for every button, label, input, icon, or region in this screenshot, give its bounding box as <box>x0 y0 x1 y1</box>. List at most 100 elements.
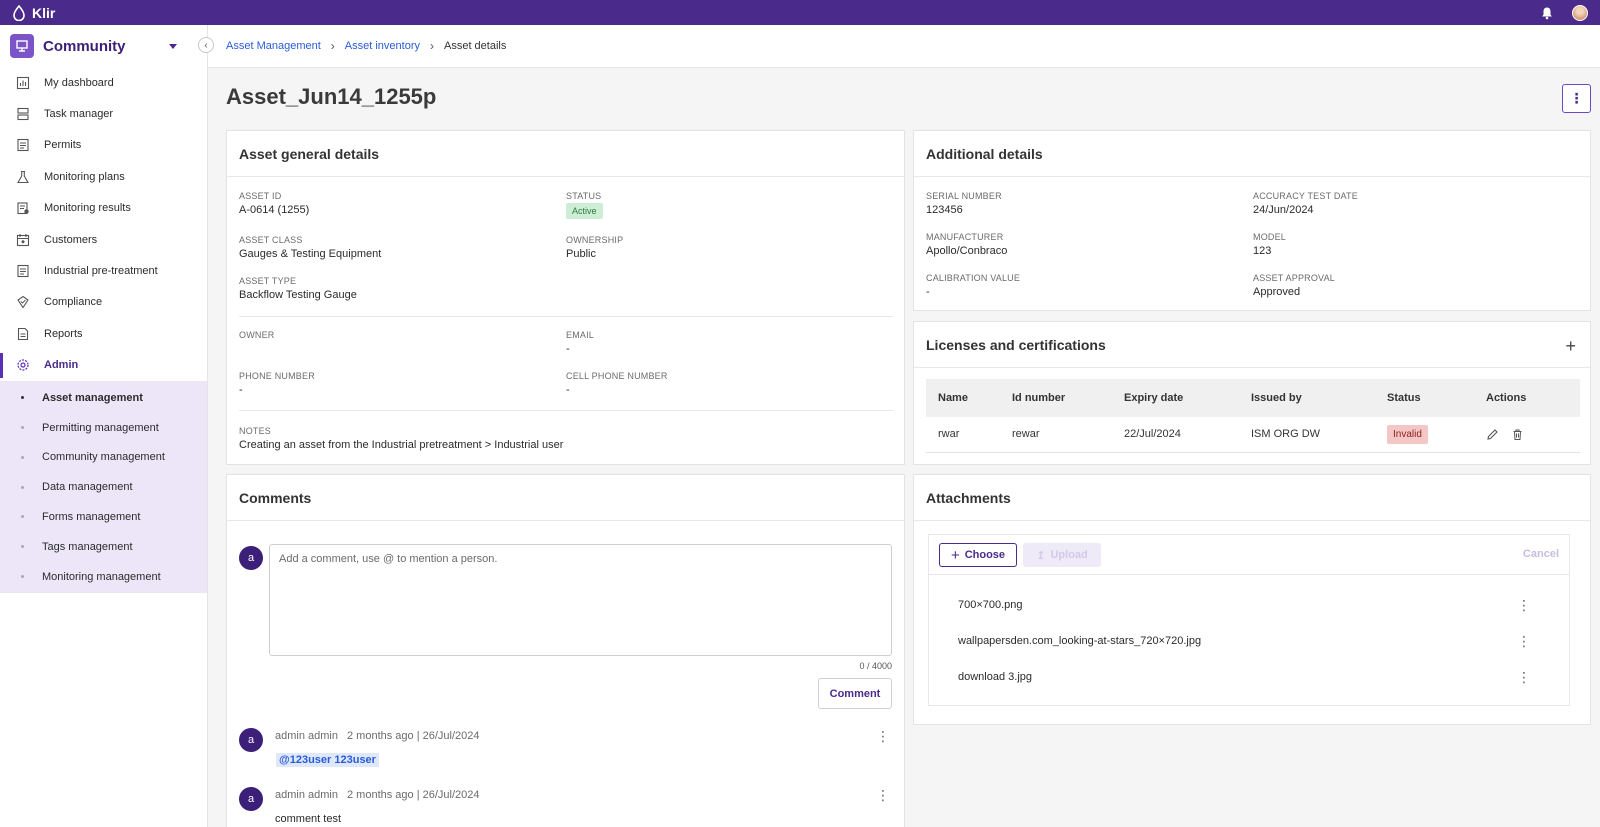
choose-label: Choose <box>964 549 1006 561</box>
sidebar-item-permits[interactable]: Permits <box>0 130 207 161</box>
sidebar-item-label: Industrial pre-treatment <box>44 265 158 278</box>
customers-icon <box>16 233 30 246</box>
chart-icon <box>16 76 30 89</box>
file-kebab-icon[interactable]: ⋮ <box>1517 597 1531 614</box>
sidebar-subitem-label: Permitting management <box>42 421 159 434</box>
sidebar-item-compliance[interactable]: Compliance <box>0 287 207 318</box>
sidebar-item-industrial-pre-treatment[interactable]: Industrial pre-treatment <box>0 255 207 286</box>
attachment-file-name[interactable]: wallpapersden.com_looking-at-stars_720×7… <box>958 635 1201 647</box>
attachments-card: Attachments + Choose ↥ Upload Cancel 700… <box>913 474 1591 725</box>
comment-mention[interactable]: @123user 123user <box>276 753 379 767</box>
choose-button[interactable]: + Choose <box>939 543 1017 567</box>
asset-approval-label: ASSET APPROVAL <box>1253 273 1336 283</box>
card-title: Comments <box>227 475 904 521</box>
avatar: a <box>239 546 263 570</box>
upload-toolbar: + Choose ↥ Upload Cancel <box>929 535 1569 575</box>
avatar: a <box>239 787 263 811</box>
sidebar-item-label: Admin <box>44 359 79 372</box>
sidebar-subitem-permitting-management[interactable]: Permitting management <box>0 413 207 443</box>
sidebar-item-customers[interactable]: Customers <box>0 224 207 255</box>
notes-value: Creating an asset from the Industrial pr… <box>239 439 564 451</box>
bell-icon[interactable] <box>1540 6 1554 20</box>
file-kebab-icon[interactable]: ⋮ <box>1517 633 1531 650</box>
status-badge-invalid: Invalid <box>1387 425 1428 445</box>
sidebar-subitem-label: Asset management <box>42 391 143 404</box>
gear-icon <box>17 359 29 371</box>
sidebar-item-label: My dashboard <box>44 76 114 89</box>
cell-id-number: rewar <box>1000 417 1112 453</box>
phone-label: PHONE NUMBER <box>239 371 315 381</box>
comment-kebab-icon[interactable]: ⋮ <box>876 787 890 804</box>
cell-phone-value: - <box>566 384 570 396</box>
top-bar: Klir <box>0 0 1600 25</box>
bullet-icon <box>21 485 24 489</box>
kebab-icon: ⋮ <box>1569 90 1584 106</box>
attachment-file-name[interactable]: download 3.jpg <box>958 671 1032 683</box>
upload-button[interactable]: ↥ Upload <box>1023 543 1101 567</box>
phone-value: - <box>239 384 243 396</box>
sidebar-item-task-manager[interactable]: Task manager <box>0 98 207 129</box>
table-header-row: Name Id number Expiry date Issued by Sta… <box>926 379 1580 417</box>
comment-button[interactable]: Comment <box>818 678 892 709</box>
app-logo[interactable]: Klir <box>12 4 55 21</box>
collapse-sidebar-button[interactable]: ‹ <box>198 37 214 53</box>
breadcrumb-asset-inventory[interactable]: Asset inventory <box>345 40 420 52</box>
column-header-issued-by[interactable]: Issued by <box>1239 379 1375 417</box>
notes-label: NOTES <box>239 426 272 436</box>
column-header-expiry-date[interactable]: Expiry date <box>1112 379 1239 417</box>
breadcrumb: Asset Management › Asset inventory › Ass… <box>208 25 1600 68</box>
sidebar-subitem-data-management[interactable]: Data management <box>0 472 207 502</box>
breadcrumb-asset-management[interactable]: Asset Management <box>226 40 321 52</box>
sidebar-subitem-monitoring-management[interactable]: Monitoring management <box>0 562 207 592</box>
cell-expiry-date: 22/Jul/2024 <box>1112 417 1239 453</box>
comment-time: 2 months ago | 26/Jul/2024 <box>347 730 480 742</box>
ownership-label: OWNERSHIP <box>566 235 624 245</box>
column-header-actions: Actions <box>1474 379 1580 417</box>
sidebar-item-monitoring-plans[interactable]: Monitoring plans <box>0 161 207 192</box>
asset-approval-value: Approved <box>1253 286 1301 298</box>
character-counter: 0 / 4000 <box>859 661 892 671</box>
comment-input[interactable] <box>269 544 892 656</box>
trash-icon[interactable] <box>1511 428 1524 441</box>
asset-class-value: Gauges & Testing Equipment <box>239 248 382 260</box>
user-avatar[interactable] <box>1572 4 1588 21</box>
column-header-name[interactable]: Name <box>926 379 1000 417</box>
licenses-table: Name Id number Expiry date Issued by Sta… <box>926 379 1580 453</box>
file-kebab-icon[interactable]: ⋮ <box>1517 669 1531 686</box>
bullet-icon <box>21 455 24 459</box>
upload-label: Upload <box>1050 549 1088 561</box>
cell-phone-label: CELL PHONE NUMBER <box>566 371 668 381</box>
community-selector[interactable]: Community <box>0 25 207 67</box>
comment-kebab-icon[interactable]: ⋮ <box>876 728 890 745</box>
attachment-file-name[interactable]: 700×700.png <box>958 599 1023 611</box>
cancel-button[interactable]: Cancel <box>1523 548 1559 560</box>
calibration-value-label: CALIBRATION VALUE <box>926 273 1021 283</box>
sidebar-item-label: Monitoring plans <box>44 170 125 183</box>
task-icon <box>17 108 29 121</box>
asset-type-label: ASSET TYPE <box>239 276 297 286</box>
more-options-button[interactable]: ⋮ <box>1562 84 1591 113</box>
plus-icon: + <box>950 546 960 564</box>
sidebar-subitem-label: Data management <box>42 481 133 494</box>
upload-icon: ↥ <box>1036 549 1046 562</box>
edit-icon[interactable] <box>1486 428 1499 441</box>
sidebar-item-reports[interactable]: Reports <box>0 318 207 349</box>
card-title: Licenses and certifications <box>914 322 1590 368</box>
asset-general-details-card: Asset general details ASSET ID A-0614 (1… <box>226 130 905 465</box>
document-icon <box>17 139 29 152</box>
add-license-button[interactable]: + <box>1565 336 1576 357</box>
sidebar-subitem-asset-management[interactable]: Asset management <box>0 383 207 413</box>
column-header-id-number[interactable]: Id number <box>1000 379 1112 417</box>
sidebar-subitem-community-management[interactable]: Community management <box>0 443 207 473</box>
sidebar-subitem-tags-management[interactable]: Tags management <box>0 532 207 562</box>
sidebar-item-admin[interactable]: Admin <box>0 350 207 381</box>
sidebar-item-label: Monitoring results <box>44 202 131 215</box>
sidebar-subitem-forms-management[interactable]: Forms management <box>0 502 207 532</box>
sidebar-subitem-label: Monitoring management <box>42 570 161 583</box>
sidebar-item-my-dashboard[interactable]: My dashboard <box>0 67 207 98</box>
document-icon <box>17 264 29 278</box>
sidebar-item-label: Customers <box>44 233 98 246</box>
sidebar-item-monitoring-results[interactable]: Monitoring results <box>0 193 207 224</box>
column-header-status[interactable]: Status <box>1375 379 1474 417</box>
table-row: rwar rewar 22/Jul/2024 ISM ORG DW Invali… <box>926 417 1580 453</box>
